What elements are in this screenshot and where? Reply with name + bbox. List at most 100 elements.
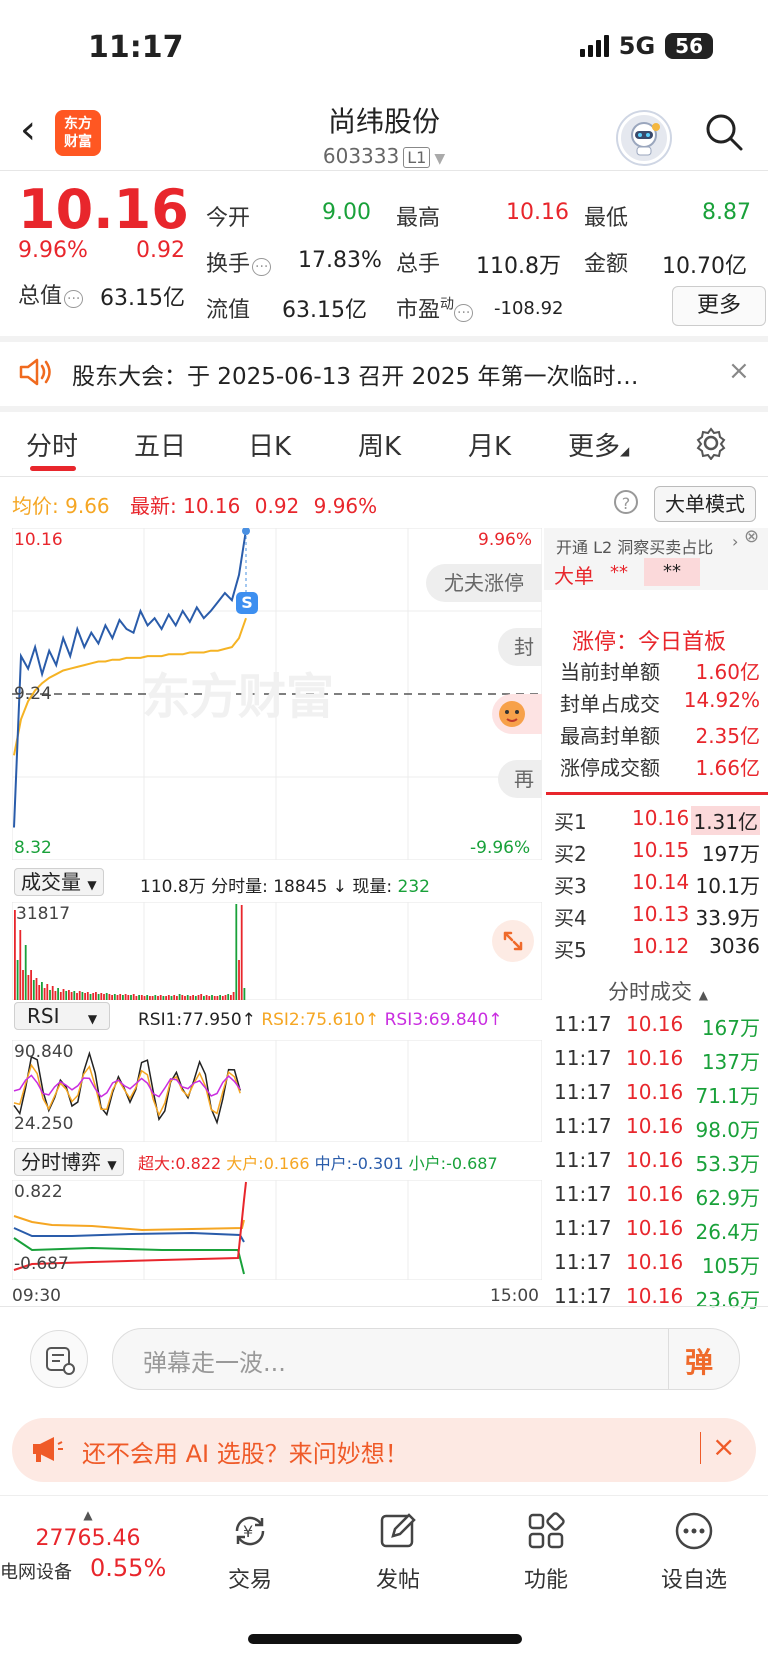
rsi1-arrow: ↑ [241,1010,256,1030]
nav-trade[interactable]: ¥ 交易 [190,1510,310,1594]
chevron-right-icon: › [732,532,739,551]
search-icon[interactable] [704,112,744,152]
tab-daily-k[interactable]: 日K [248,426,291,463]
mascot-bubble[interactable] [492,694,542,734]
price-axis-mid: 9.24 [14,684,52,704]
volume-bar [151,996,154,1000]
tab-five-day[interactable]: 五日 [134,426,186,463]
danmu-input[interactable]: 弹幕走一波... 弹 [112,1328,740,1390]
news-bubble[interactable]: 尤夫涨停 [426,564,542,602]
more-button[interactable]: 更多 [672,286,766,326]
turnover-value: 17.83% [298,248,382,273]
index-ticker[interactable]: ▲ 27765.46 [28,1508,148,1551]
network-type: 5G [618,32,656,60]
info-dots-icon[interactable]: ··· [252,258,272,276]
promo-close-icon[interactable]: ⊗ [744,526,759,547]
nav-add-watchlist-label: 设自选 [660,1568,727,1593]
level-badge: L1 [403,147,431,168]
volume-bar [149,996,151,1000]
nav-add-watchlist[interactable]: 设自选 [634,1510,754,1594]
game-selector[interactable]: 分时博弈 ▼ [14,1146,124,1176]
tab-intraday[interactable]: 分时 [26,426,78,463]
big-value: 大户:0.166 [226,1154,310,1173]
trade-volume: 62.9万 [695,1186,760,1210]
volume-bar [211,995,213,1000]
nav-functions[interactable]: 功能 [486,1510,606,1594]
trade-time: 11:17 [554,1046,612,1070]
price-axis-bottom: 8.32 [14,838,52,858]
ai-promo-bar[interactable]: 还不会用 AI 选股？来问妙想！ × [12,1418,756,1482]
volume-bar [35,978,38,1000]
trade-price: 10.16 [626,1046,684,1070]
volume-bar [59,992,62,1000]
comment-settings-icon[interactable] [30,1330,88,1388]
volume-chart [12,902,542,1000]
news-bubble[interactable]: 封 [498,628,542,666]
rsi-selector[interactable]: RSI ▼ [14,1002,111,1030]
sell-marker-icon[interactable]: S [236,592,258,614]
settings-gear-icon[interactable] [694,426,728,464]
notice-close-icon[interactable]: × [728,356,750,386]
volume-bar [124,994,127,1000]
trade-price: 10.16 [626,1250,684,1274]
volume-bar [27,975,30,1000]
bid-price: 10.12 [632,934,690,958]
volume-bar [54,991,57,1000]
index-name: 电网设备 [0,1562,72,1583]
expand-icon[interactable] [492,920,534,962]
volume-bar [76,993,78,1000]
ai-bar-close-icon[interactable]: × [712,1430,735,1463]
volume-bar [132,994,135,1000]
notice-text[interactable]: 股东大会：于 2025-06-13 召开 2025 年第一次临时… [72,357,638,391]
tab-monthly-k[interactable]: 月K [468,426,511,463]
ai-bar-divider [700,1432,701,1464]
home-indicator [248,1634,522,1644]
help-icon[interactable]: ? [614,490,638,514]
tab-weekly-k[interactable]: 周K [358,426,401,463]
volume-bar [197,995,200,1000]
limit-up-title: 涨停：今日首板 [572,630,727,655]
volume-bar [170,996,173,1000]
active-tab-indicator [30,466,76,471]
volume-bar [205,995,208,1000]
avg-label: 均价: [12,494,59,518]
volume-bar [78,991,81,1000]
volume-bar [154,995,157,1000]
info-dots-icon[interactable]: ··· [64,290,84,308]
news-bubble[interactable]: 再 [498,760,542,798]
info-dots-icon[interactable]: ··· [454,304,474,322]
megaphone-icon [30,1434,64,1468]
small-value: 小户:-0.687 [408,1154,498,1173]
trades-title[interactable]: 分时成交 ▲ [608,976,708,1006]
open-value: 9.00 [322,200,371,225]
nav-post[interactable]: 发帖 [338,1510,458,1594]
volume-bar [43,988,46,1000]
volume-bar [41,982,43,1000]
pe-label-text: 市盈 [396,298,441,323]
trades-title-text: 分时成交 [608,980,692,1004]
bid-label: 买5 [554,938,587,962]
trade-price: 10.16 [626,1284,684,1308]
ai-promo-text: 还不会用 AI 选股？来问妙想！ [82,1440,409,1468]
tab-more-label: 更多 [568,432,621,462]
trade-time: 11:17 [554,1284,612,1308]
volume-bar [57,988,59,1000]
l2-promo[interactable]: 开通 L2 洞察买卖占比 › ⊗ 大单 ** ** [544,526,768,590]
high-label: 最高 [396,206,441,231]
tab-more[interactable]: 更多◢ [568,426,629,463]
price-axis-top: 10.16 [14,530,63,550]
big-order-mode-button[interactable]: 大单模式 [654,486,756,522]
volume-bar [216,996,219,1000]
volume-selector[interactable]: 成交量 ▼ [14,866,104,896]
price-info-row: 均价: 9.66 最新: 10.16 0.92 9.96% [12,490,377,519]
trade-volume: 71.1万 [695,1084,760,1108]
bid-price: 10.15 [632,838,690,862]
danmu-toggle-button[interactable]: 弹 [668,1329,739,1389]
super-big-value: 超大:0.822 [138,1154,222,1173]
assistant-avatar-icon[interactable] [618,112,670,164]
trade-price: 10.16 [626,1148,684,1172]
avg-value: 9.66 [65,494,110,518]
volume-bar [103,994,105,1000]
volume-bar [22,970,24,1000]
bid-volume: 3036 [709,934,760,958]
